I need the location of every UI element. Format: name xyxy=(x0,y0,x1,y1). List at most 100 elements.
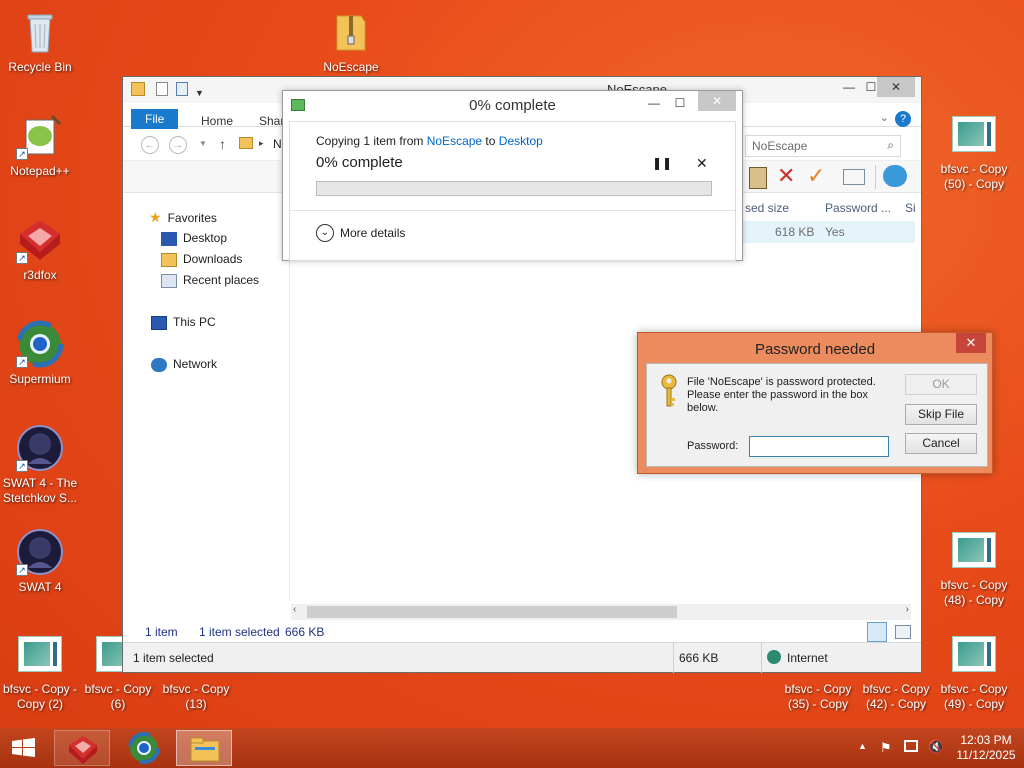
desktop-icon-swat4-tss[interactable]: ↗ SWAT 4 - The Stetchkov S... xyxy=(0,424,80,506)
desktop-icon-label: Notepad++ xyxy=(10,164,70,178)
exe-file-icon xyxy=(952,532,996,568)
desktop-icon-supermium[interactable]: ↗ Supermium xyxy=(0,320,80,387)
info-icon[interactable] xyxy=(843,169,865,185)
recycle-bin-icon xyxy=(16,8,64,56)
nav-this-pc[interactable]: This PC xyxy=(151,312,216,332)
forward-button[interactable]: → xyxy=(169,136,187,154)
cancel-copy-button[interactable]: ✕ xyxy=(696,155,708,172)
status-divider xyxy=(673,643,674,673)
status-row: 1 item 1 item selected 666 KB xyxy=(123,622,921,642)
desktop-icon-label: SWAT 4 xyxy=(18,580,62,594)
copy-dialog-divider xyxy=(290,210,735,211)
nav-favorites[interactable]: ★ Favorites xyxy=(149,207,217,227)
ok-button[interactable]: OK xyxy=(905,374,977,395)
back-button[interactable]: ← xyxy=(141,136,159,154)
more-details-toggle[interactable]: ⌄ More details xyxy=(316,224,405,242)
scroll-thumb[interactable] xyxy=(307,606,677,618)
nav-downloads[interactable]: Downloads xyxy=(161,249,242,269)
show-hidden-icons-button[interactable]: ▲ xyxy=(858,741,867,751)
exe-file-icon xyxy=(952,116,996,152)
expand-ribbon-icon[interactable]: ⌄ xyxy=(880,111,889,124)
pause-button[interactable]: ❚❚ xyxy=(652,156,672,170)
desktop-file-bfsvc[interactable]: bfsvc - Copy (48) - Copy xyxy=(934,532,1014,608)
copy-close-button[interactable]: ✕ xyxy=(698,91,736,111)
scroll-left-icon[interactable]: ‹ xyxy=(293,604,296,615)
up-button[interactable]: ↑ xyxy=(219,136,226,152)
selected-count: 1 item selected xyxy=(199,625,280,639)
help-icon[interactable]: ? xyxy=(895,111,911,127)
desktop-file-bfsvc[interactable]: bfsvc - Copy - Copy (2) xyxy=(0,636,80,712)
scroll-right-icon[interactable]: › xyxy=(906,604,909,615)
cancel-button[interactable]: Cancel xyxy=(905,433,977,454)
supermium-icon: ↗ xyxy=(16,320,64,368)
password-dialog-title: Password needed xyxy=(754,341,876,358)
source-link[interactable]: NoEscape xyxy=(427,134,482,148)
desktop-icon-label: bfsvc - Copy (48) - Copy xyxy=(940,578,1008,607)
start-button[interactable] xyxy=(0,730,48,766)
pane-divider[interactable] xyxy=(289,201,290,601)
skip-file-button[interactable]: Skip File xyxy=(905,404,977,425)
volume-muted-icon[interactable]: 🔇 xyxy=(928,739,944,755)
search-input[interactable]: NoEscape ⌕ xyxy=(745,135,901,157)
password-dialog-body: File 'NoEscape' is password protected. P… xyxy=(646,363,988,467)
recent-locations-icon[interactable]: ▼ xyxy=(199,139,207,148)
desktop-file-bfsvc[interactable]: bfsvc - Copy (49) - Copy xyxy=(934,636,1014,712)
breadcrumb-chevron-icon[interactable]: ▸ xyxy=(259,138,264,149)
column-header-packed-size[interactable]: sed size xyxy=(745,201,789,215)
taskbar-r3dfox[interactable] xyxy=(54,730,110,766)
horizontal-scrollbar[interactable]: ‹ › xyxy=(291,604,911,620)
desktop-icon-swat4[interactable]: ↗ SWAT 4 xyxy=(0,528,80,595)
large-icons-view-icon[interactable] xyxy=(895,625,911,639)
nav-recent-places[interactable]: Recent places xyxy=(161,270,259,290)
extract-icon[interactable] xyxy=(883,165,907,187)
selected-row[interactable] xyxy=(723,221,915,243)
test-icon[interactable]: ✓ xyxy=(807,163,825,189)
close-button[interactable]: ✕ xyxy=(877,77,915,97)
network-status-icon[interactable] xyxy=(904,740,918,752)
globe-icon xyxy=(767,650,781,664)
destination-link[interactable]: Desktop xyxy=(499,134,543,148)
copy-progress-bar xyxy=(316,181,712,196)
copy-progress-text: 0% complete xyxy=(316,154,403,171)
key-icon xyxy=(661,374,677,407)
item-count: 1 item xyxy=(145,625,178,639)
exe-file-icon xyxy=(952,636,996,672)
paste-icon[interactable] xyxy=(749,167,767,189)
desktop-icon-label: bfsvc - Copy (50) - Copy xyxy=(940,162,1008,191)
desktop-icon-label: SWAT 4 - The Stetchkov S... xyxy=(2,476,78,505)
desktop-icon-label: bfsvc - Copy (13) xyxy=(162,682,230,711)
selected-size: 666 KB xyxy=(285,625,325,639)
desktop-file-bfsvc[interactable]: bfsvc - Copy (50) - Copy xyxy=(934,116,1014,192)
taskbar: ▲ ⚑ 🔇 12:03 PM 11/12/2025 xyxy=(0,728,1024,768)
desktop-icon-label: bfsvc - Copy - Copy (2) xyxy=(2,682,77,711)
action-center-flag-icon[interactable]: ⚑ xyxy=(880,740,892,756)
details-view-icon[interactable] xyxy=(867,622,887,642)
status-divider xyxy=(761,643,762,673)
desktop-icon-label: bfsvc - Copy (6) xyxy=(84,682,152,711)
desktop-icon-notepad-plus-plus[interactable]: ↗ Notepad++ xyxy=(0,112,80,179)
nav-network[interactable]: Network xyxy=(151,354,217,374)
swat4-icon: ↗ xyxy=(16,528,64,576)
taskbar-supermium[interactable] xyxy=(116,730,172,766)
delete-icon[interactable]: ✕ xyxy=(777,163,795,189)
clock-date: 11/12/2025 xyxy=(956,748,1016,762)
clock[interactable]: 12:03 PM 11/12/2025 xyxy=(954,733,1018,763)
copy-minimize-button[interactable]: — xyxy=(640,93,668,113)
copy-maximize-button[interactable]: ☐ xyxy=(666,93,694,113)
address-path[interactable]: N xyxy=(273,137,282,151)
r3dfox-icon xyxy=(69,736,97,764)
taskbar-file-explorer[interactable] xyxy=(176,730,232,766)
desktop-icon-r3dfox[interactable]: ↗ r3dfox xyxy=(0,216,80,283)
desktop-icon-recycle-bin[interactable]: Recycle Bin xyxy=(0,8,80,75)
desktop-icon-noescape[interactable]: NoEscape xyxy=(311,8,391,75)
downloads-icon xyxy=(161,252,177,267)
row-password: Yes xyxy=(825,225,845,239)
column-header-size[interactable]: Si xyxy=(905,201,916,215)
tab-file[interactable]: File xyxy=(131,109,179,129)
column-header-password[interactable]: Password ... xyxy=(825,201,891,215)
nav-desktop[interactable]: Desktop xyxy=(161,228,227,248)
desktop-icon xyxy=(161,231,177,246)
star-icon: ★ xyxy=(149,209,162,225)
password-dialog-close-button[interactable]: ✕ xyxy=(956,333,986,353)
password-input[interactable] xyxy=(749,436,889,457)
